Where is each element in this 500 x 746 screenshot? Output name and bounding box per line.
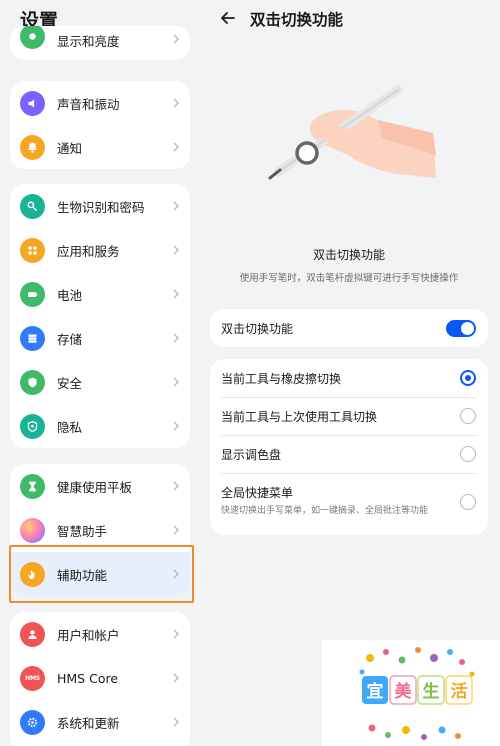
settings-item-notification[interactable]: 通知: [10, 125, 190, 169]
key-icon: [20, 193, 45, 219]
chevron-right-icon: [173, 245, 179, 255]
settings-item-label: 声音和振动: [57, 96, 120, 112]
chevron-right-icon: [173, 525, 179, 535]
chevron-right-icon: [173, 289, 179, 299]
settings-group: 显示和亮度: [10, 26, 190, 60]
options-card: 当前工具与橡皮擦切换 当前工具与上次使用工具切换 显示调色盘 全局快捷菜单 快速…: [210, 359, 488, 535]
watermark-logo: 宜 美 生 活: [322, 640, 500, 746]
shield-icon: [20, 369, 45, 395]
chevron-right-icon: [173, 142, 179, 152]
user-icon: [20, 621, 45, 647]
toggle-card: 双击切换功能: [210, 309, 488, 347]
radio-unselected[interactable]: [460, 494, 476, 510]
settings-item-health[interactable]: 健康使用平板: [10, 464, 190, 508]
chevron-right-icon: [173, 421, 179, 431]
settings-item-security[interactable]: 安全: [10, 360, 190, 404]
settings-item-label: 通知: [57, 140, 83, 156]
chevron-right-icon: [173, 333, 179, 343]
bell-icon: [20, 134, 45, 160]
settings-item-label: 系统和更新: [57, 715, 120, 731]
settings-item-biometrics[interactable]: 生物识别和密码: [10, 184, 190, 228]
page-title: 双击切换功能: [250, 11, 344, 29]
privacy-icon: [20, 413, 45, 439]
settings-item-label: 健康使用平板: [57, 479, 133, 495]
back-arrow-icon[interactable]: [218, 8, 238, 28]
settings-item-label: HMS Core: [57, 670, 119, 686]
option-eraser-switch[interactable]: 当前工具与橡皮擦切换: [210, 359, 488, 397]
settings-item-label: 电池: [57, 287, 83, 303]
hourglass-icon: [20, 473, 45, 499]
settings-item-label: 生物识别和密码: [57, 199, 145, 215]
settings-item-display[interactable]: 显示和亮度: [10, 26, 190, 60]
apps-icon: [20, 237, 45, 263]
option-label: 全局快捷菜单: [221, 486, 294, 500]
settings-item-label: 智慧助手: [57, 523, 108, 539]
settings-group: 声音和振动 通知: [10, 81, 190, 169]
settings-item-battery[interactable]: 电池: [10, 272, 190, 316]
chevron-right-icon: [173, 629, 179, 639]
gear-icon: [20, 709, 45, 735]
chevron-right-icon: [173, 481, 179, 491]
option-global-menu[interactable]: 全局快捷菜单 快速切换出手写菜单，如一键摘录、全局批注等功能: [210, 473, 488, 535]
feature-title: 双击切换功能: [312, 248, 385, 262]
settings-item-sound[interactable]: 声音和振动: [10, 81, 190, 125]
watermark-char: 生: [423, 681, 440, 702]
settings-item-system-update[interactable]: 系统和更新: [10, 700, 190, 744]
option-label: 显示调色盘: [221, 447, 282, 462]
watermark-char: 宜: [367, 681, 384, 702]
settings-item-label: 隐私: [57, 419, 83, 435]
watermark-char: 美: [395, 681, 413, 702]
option-label: 当前工具与橡皮擦切换: [221, 371, 342, 386]
stylus-illustration: [268, 85, 436, 180]
storage-icon: [20, 325, 45, 351]
settings-item-label: 用户和帐户: [57, 627, 120, 643]
settings-item-privacy[interactable]: 隐私: [10, 404, 190, 448]
option-sublabel: 快速切换出手写菜单，如一键摘录、全局批注等功能: [221, 506, 429, 516]
settings-group: 用户和帐户 HMS HMS Core 系统和更新: [10, 612, 190, 746]
selection-highlight-box: [9, 545, 194, 603]
feature-description: 使用手写笔时，双击笔杆虚拟键可进行手写快捷操作: [239, 273, 459, 284]
settings-item-label: 安全: [57, 375, 83, 391]
settings-item-apps[interactable]: 应用和服务: [10, 228, 190, 272]
settings-item-storage[interactable]: 存储: [10, 316, 190, 360]
settings-item-label: 存储: [57, 331, 83, 347]
toggle-knob: [461, 322, 474, 335]
battery-icon: [20, 281, 45, 307]
settings-group: 生物识别和密码 应用和服务 电池 存储 安全 隐私: [10, 184, 190, 448]
toggle-label: 双击切换功能: [221, 321, 294, 336]
option-last-tool-switch[interactable]: 当前工具与上次使用工具切换: [210, 397, 488, 435]
radio-unselected[interactable]: [460, 408, 476, 424]
hms-icon: HMS: [20, 665, 45, 691]
sound-icon: [20, 90, 45, 116]
chevron-right-icon: [173, 377, 179, 387]
detail-panel: 双击切换功能 双击切换功能 使用手写笔时，双击笔杆虚拟键可进行手写快捷操作 双击…: [198, 0, 500, 746]
settings-item-users[interactable]: 用户和帐户: [10, 612, 190, 656]
radio-selected[interactable]: [460, 370, 476, 386]
chevron-right-icon: [173, 98, 179, 108]
option-color-palette[interactable]: 显示调色盘: [210, 435, 488, 473]
option-label: 当前工具与上次使用工具切换: [221, 409, 378, 424]
brightness-icon: [20, 26, 45, 49]
assistant-icon: [20, 517, 45, 543]
settings-item-hms-core[interactable]: HMS HMS Core: [10, 656, 190, 700]
settings-item-label: 应用和服务: [57, 243, 120, 259]
chevron-right-icon: [173, 673, 179, 683]
chevron-right-icon: [173, 34, 179, 44]
double-tap-toggle-switch[interactable]: [446, 320, 476, 337]
settings-panel: 设置 显示和亮度 声音和振动 通知 生物识别和密码 应用和服务 电池 存储 安全…: [0, 0, 198, 746]
watermark-char: 活: [451, 681, 468, 702]
hms-badge-text: HMS: [25, 674, 40, 682]
radio-unselected[interactable]: [460, 446, 476, 462]
chevron-right-icon: [173, 717, 179, 727]
settings-item-label: 显示和亮度: [57, 33, 120, 49]
chevron-right-icon: [173, 201, 179, 211]
